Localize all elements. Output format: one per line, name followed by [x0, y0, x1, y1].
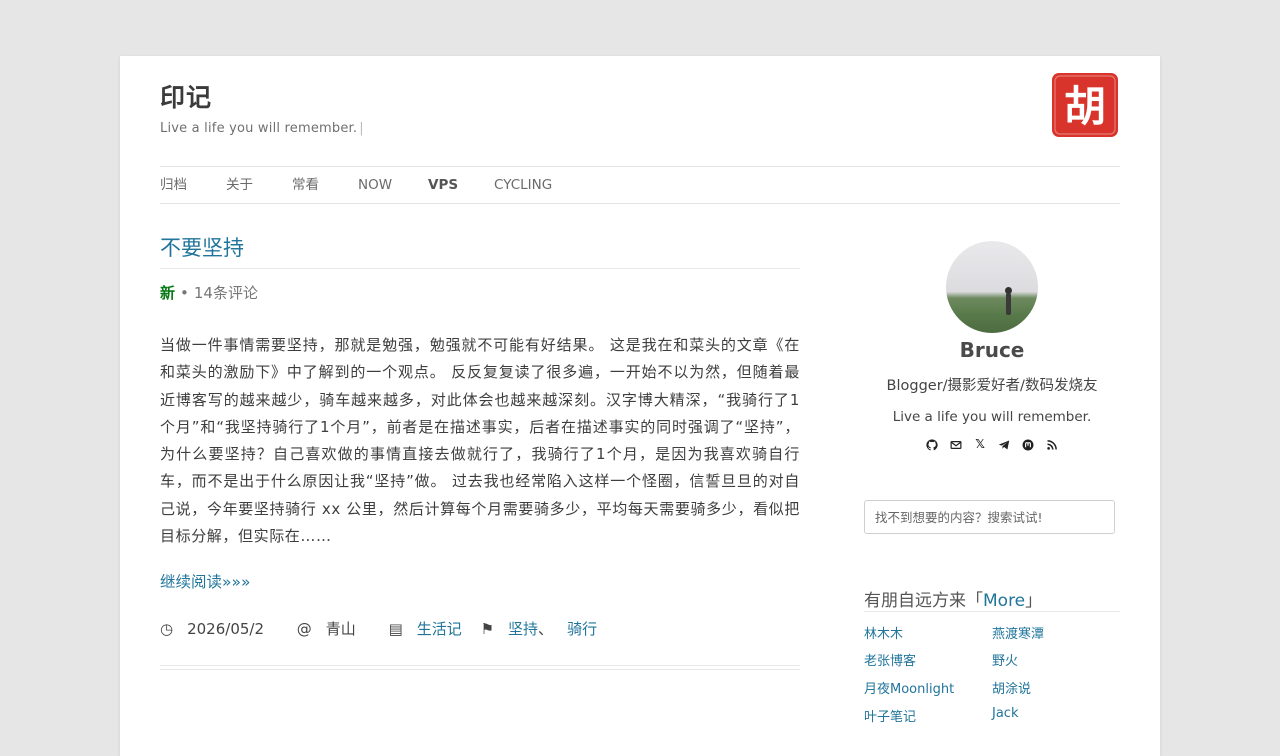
mastodon-icon[interactable] — [1020, 436, 1036, 452]
search-input[interactable] — [864, 500, 1115, 534]
social-links: 𝕏 — [864, 436, 1120, 452]
friends-widget-title: 有朋自远方来「More」 — [864, 586, 1042, 611]
post-title[interactable]: 不要坚持 — [160, 232, 244, 262]
friend-link[interactable]: Jack — [992, 706, 1018, 721]
friend-link[interactable]: 胡涂说 — [992, 678, 1031, 697]
avatar[interactable] — [946, 241, 1038, 333]
nav-item-frequent[interactable]: 常看 — [292, 167, 319, 203]
rss-icon[interactable] — [1044, 436, 1060, 452]
post-excerpt: 当做一件事情需要坚持，那就是勉强，勉强就不可能有好结果。 这是我在和菜头的文章《… — [160, 336, 800, 546]
text-cursor-mark: | — [359, 121, 364, 136]
friends-divider — [864, 611, 1120, 612]
post-date: ◷ 2026/05/2 — [160, 620, 278, 638]
post-meta: 新 • 14条评论 — [160, 282, 258, 303]
site-title[interactable]: 印记 — [160, 78, 212, 114]
comments-count-link[interactable]: 14条评论 — [194, 284, 258, 302]
clock-icon: ◷ — [160, 620, 174, 638]
category-icon: ▤ — [388, 620, 403, 638]
post-tags: ⚑ 坚持、 骑行 — [481, 620, 598, 638]
main-navigation: 归档 关于 常看 NOW VPS CYCLING — [160, 166, 1120, 204]
page-container: 印记 Live a life you will remember. | 胡 归档 … — [120, 56, 1160, 756]
site-description: Live a life you will remember. | — [160, 121, 364, 136]
friends-more-link[interactable]: More — [983, 591, 1025, 611]
friends-title-suffix: 」 — [1025, 591, 1043, 611]
site-description-text: Live a life you will remember. — [160, 121, 358, 136]
post-footer: ◷ 2026/05/2 @ 青山 ▤ 生活记 ⚑ 坚持、 骑行 — [160, 618, 611, 639]
nav-item-archive[interactable]: 归档 — [160, 167, 187, 203]
nav-item-cycling[interactable]: CYCLING — [494, 167, 552, 203]
tag-link[interactable]: 骑行 — [567, 620, 597, 638]
nav-item-vps[interactable]: VPS — [428, 167, 458, 203]
category-link[interactable]: 生活记 — [417, 620, 462, 638]
friend-link[interactable]: 燕渡寒潭 — [992, 623, 1044, 642]
new-badge: 新 — [160, 284, 176, 302]
at-sign: @ — [296, 620, 312, 638]
post-category: ▤ 生活记 — [389, 620, 462, 638]
meta-separator: • — [180, 284, 189, 302]
tag-separator: 、 — [538, 620, 554, 638]
seal-character: 胡 — [1064, 82, 1106, 131]
friends-title-prefix: 有朋自远方来「 — [864, 591, 983, 611]
friend-link[interactable]: 林木木 — [864, 623, 903, 642]
tag-link[interactable]: 坚持 — [508, 620, 538, 638]
friend-link[interactable]: 叶子笔记 — [864, 706, 916, 725]
avatar-figure — [1005, 287, 1012, 315]
friend-link[interactable]: 老张博客 — [864, 650, 916, 669]
profile-motto: Live a life you will remember. — [892, 409, 1092, 425]
friend-link[interactable]: 野火 — [992, 650, 1018, 669]
post-date-text: 2026/05/2 — [187, 620, 265, 638]
nav-item-about[interactable]: 关于 — [226, 167, 253, 203]
profile-name: Bruce — [959, 338, 1025, 362]
friend-link[interactable]: 月夜Moonlight — [864, 678, 954, 697]
github-icon[interactable] — [924, 436, 940, 452]
profile-bio: Blogger/摄影爱好者/数码发烧友 — [886, 378, 1098, 394]
telegram-icon[interactable] — [996, 436, 1012, 452]
nav-item-now[interactable]: NOW — [358, 167, 392, 203]
seal-logo[interactable]: 胡 — [1050, 71, 1120, 139]
email-icon[interactable] — [948, 436, 964, 452]
post-location-text: 青山 — [325, 620, 356, 638]
flag-icon: ⚑ — [480, 620, 495, 638]
post-bottom-divider — [160, 665, 800, 670]
post-title-divider — [160, 268, 800, 269]
x-icon[interactable]: 𝕏 — [972, 436, 988, 452]
read-more-link[interactable]: 继续阅读»»» — [160, 570, 250, 592]
post-location: @ 青山 — [297, 620, 370, 638]
